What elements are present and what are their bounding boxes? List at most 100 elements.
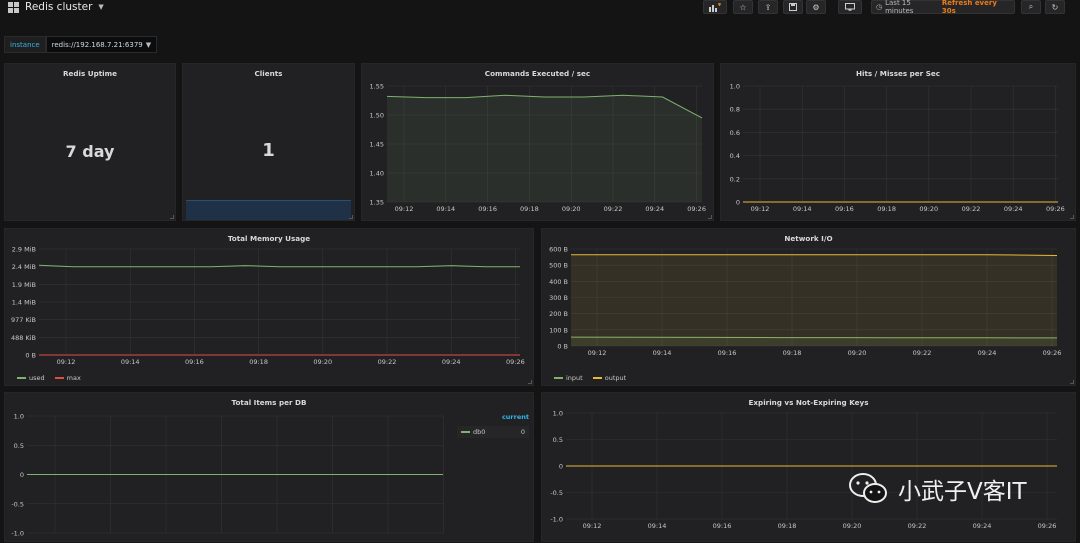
share-icon: ⇪	[764, 2, 772, 12]
instance-select[interactable]: redis://192.168.7.21:6379 ▼	[45, 36, 158, 53]
resize-handle[interactable]	[528, 380, 532, 384]
x-tick-label: 09:14	[121, 358, 140, 366]
memory-legend: used max	[17, 374, 81, 382]
dashboard-title: Redis cluster	[25, 1, 93, 13]
legend-item-db0[interactable]: db0 0	[457, 426, 529, 438]
y-tick-label: 100 B	[549, 326, 568, 334]
x-tick-label: 09:14	[648, 522, 667, 530]
resize-handle[interactable]	[349, 215, 353, 219]
y-tick-label: 1.55	[370, 83, 384, 91]
x-tick-label: 09:26	[1038, 522, 1057, 530]
save-button[interactable]	[783, 0, 803, 14]
resize-handle[interactable]	[708, 215, 712, 219]
legend-item-max[interactable]: max	[54, 374, 81, 382]
dashboard-title-picker[interactable]: Redis cluster ▼	[8, 0, 104, 14]
star-button[interactable]: ☆	[733, 0, 753, 14]
x-tick-label: 09:20	[919, 205, 938, 213]
panel-network-io: Network I/O 0 B 100 B 200 B 300 B 400 B 500 B…	[541, 228, 1076, 386]
add-panel-button[interactable]	[703, 0, 727, 14]
refresh-icon: ↻	[1051, 2, 1059, 12]
legend-item-used[interactable]: used	[17, 374, 45, 382]
time-range-label: Last 15 minutes	[885, 0, 914, 15]
template-variable-row: instance redis://192.168.7.21:6379 ▼	[4, 36, 158, 53]
refresh-button[interactable]: ↻	[1045, 0, 1065, 14]
expiring-chart: -1.0 -0.5 0 0.5 1.0 09:12 09:14 09:16 09:18 09:20…	[550, 410, 1057, 530]
legend-item-output[interactable]: output	[592, 374, 627, 382]
clients-sparkline	[186, 200, 351, 220]
x-tick-label: 09:22	[913, 349, 932, 357]
y-tick-label: 1.9 MiB	[12, 281, 36, 289]
x-tick-label: 09:18	[877, 205, 896, 213]
x-tick-label: 09:18	[778, 522, 797, 530]
x-tick-label: 09:12	[588, 349, 607, 357]
zoom-out-button[interactable]: ⌕	[1021, 0, 1041, 14]
dashboard-grid-icon	[8, 1, 19, 13]
star-icon: ☆	[739, 2, 747, 12]
y-tick-label: 0.5	[14, 442, 24, 450]
y-tick-label: 0.6	[730, 129, 740, 137]
tv-mode-button[interactable]	[838, 0, 862, 14]
series-area	[571, 254, 1057, 346]
items-side-legend: current db0 0	[457, 413, 529, 438]
panel-total-items: Total Items per DB -1.0 -0.5 0 0.5 1.0 curre…	[4, 392, 534, 542]
share-button[interactable]: ⇪	[758, 0, 778, 14]
memory-chart: 0 B 488 KiB 977 KiB 1.4 MiB 1.9 MiB 2.4 MiB 2.…	[11, 246, 525, 367]
x-tick-label: 09:22	[962, 205, 981, 213]
panel-title[interactable]: Redis Uptime	[5, 69, 175, 78]
y-tick-label: 1.0	[730, 83, 740, 91]
swatch	[54, 377, 64, 379]
legend-current-value: 0	[520, 428, 525, 436]
panel-commands-executed: Commands Executed / sec 1.35 1.40 1.45 1.50…	[361, 63, 714, 221]
y-tick-label: 400 B	[549, 278, 568, 286]
legend-label: max	[66, 374, 81, 382]
x-tick-label: 09:14	[793, 205, 812, 213]
y-tick-label: 2.4 MiB	[12, 263, 36, 271]
watermark-text: 小武子V客IT	[898, 479, 1027, 505]
legend-item-input[interactable]: input	[554, 374, 583, 382]
y-tick-label: 0 B	[25, 352, 36, 360]
y-tick-label: 488 KiB	[11, 334, 36, 342]
legend-header-current[interactable]: current	[457, 413, 529, 421]
hits-chart: 0 0.2 0.4 0.6 0.8 1.0 09:12 09:14 09:16 09:18 09:2…	[730, 83, 1065, 214]
panel-redis-uptime: Redis Uptime 7 day	[4, 63, 176, 221]
y-tick-label: 500 B	[549, 262, 568, 270]
y-tick-label: 0.2	[730, 175, 740, 183]
resize-handle[interactable]	[170, 215, 174, 219]
y-tick-label: 1.40	[370, 170, 384, 178]
y-tick-label: -1.0	[11, 530, 24, 538]
items-chart: -1.0 -0.5 0 0.5 1.0	[11, 413, 444, 538]
x-tick-label: 09:26	[1043, 349, 1062, 357]
legend-label: db0	[473, 428, 486, 436]
x-tick-label: 09:16	[718, 349, 737, 357]
y-tick-label: 600 B	[549, 246, 568, 254]
settings-button[interactable]: ⚙	[806, 0, 826, 14]
x-tick-label: 09:12	[395, 205, 414, 213]
refresh-interval-label: Refresh every 30s	[941, 0, 997, 15]
y-tick-label: 1.50	[370, 112, 384, 120]
x-tick-label: 09:26	[687, 205, 706, 213]
legend-label: output	[604, 374, 627, 382]
resize-handle[interactable]	[1070, 380, 1074, 384]
x-tick-label: 09:18	[783, 349, 802, 357]
x-tick-label: 09:20	[843, 522, 862, 530]
panel-title[interactable]: Clients	[183, 69, 354, 78]
legend-label: input	[566, 374, 583, 382]
monitor-icon	[845, 3, 855, 11]
y-tick-label: 0	[20, 471, 24, 479]
time-picker[interactable]: ◷ Last 15 minutes Refresh every 30s	[871, 0, 1015, 15]
top-navbar: Redis cluster ▼ ☆ ⇪ ⚙ ◷ Last 15 minutes …	[0, 0, 1080, 30]
save-icon	[789, 3, 797, 11]
y-tick-label: 2.9 MiB	[12, 246, 36, 254]
wechat-logo-icon	[849, 473, 887, 503]
series-area	[387, 95, 702, 202]
variable-label: instance	[4, 36, 46, 53]
x-tick-label: 09:16	[713, 522, 732, 530]
x-tick-label: 09:14	[653, 349, 672, 357]
x-tick-label: 09:24	[973, 522, 992, 530]
resize-handle[interactable]	[1070, 215, 1074, 219]
x-tick-label: 09:24	[1004, 205, 1023, 213]
y-tick-label: 200 B	[549, 310, 568, 318]
panel-memory-usage: Total Memory Usage 0 B 488 KiB 977 KiB 1.4 …	[4, 228, 534, 386]
y-tick-label: 1.0	[553, 410, 563, 418]
y-tick-label: 977 KiB	[11, 316, 36, 324]
